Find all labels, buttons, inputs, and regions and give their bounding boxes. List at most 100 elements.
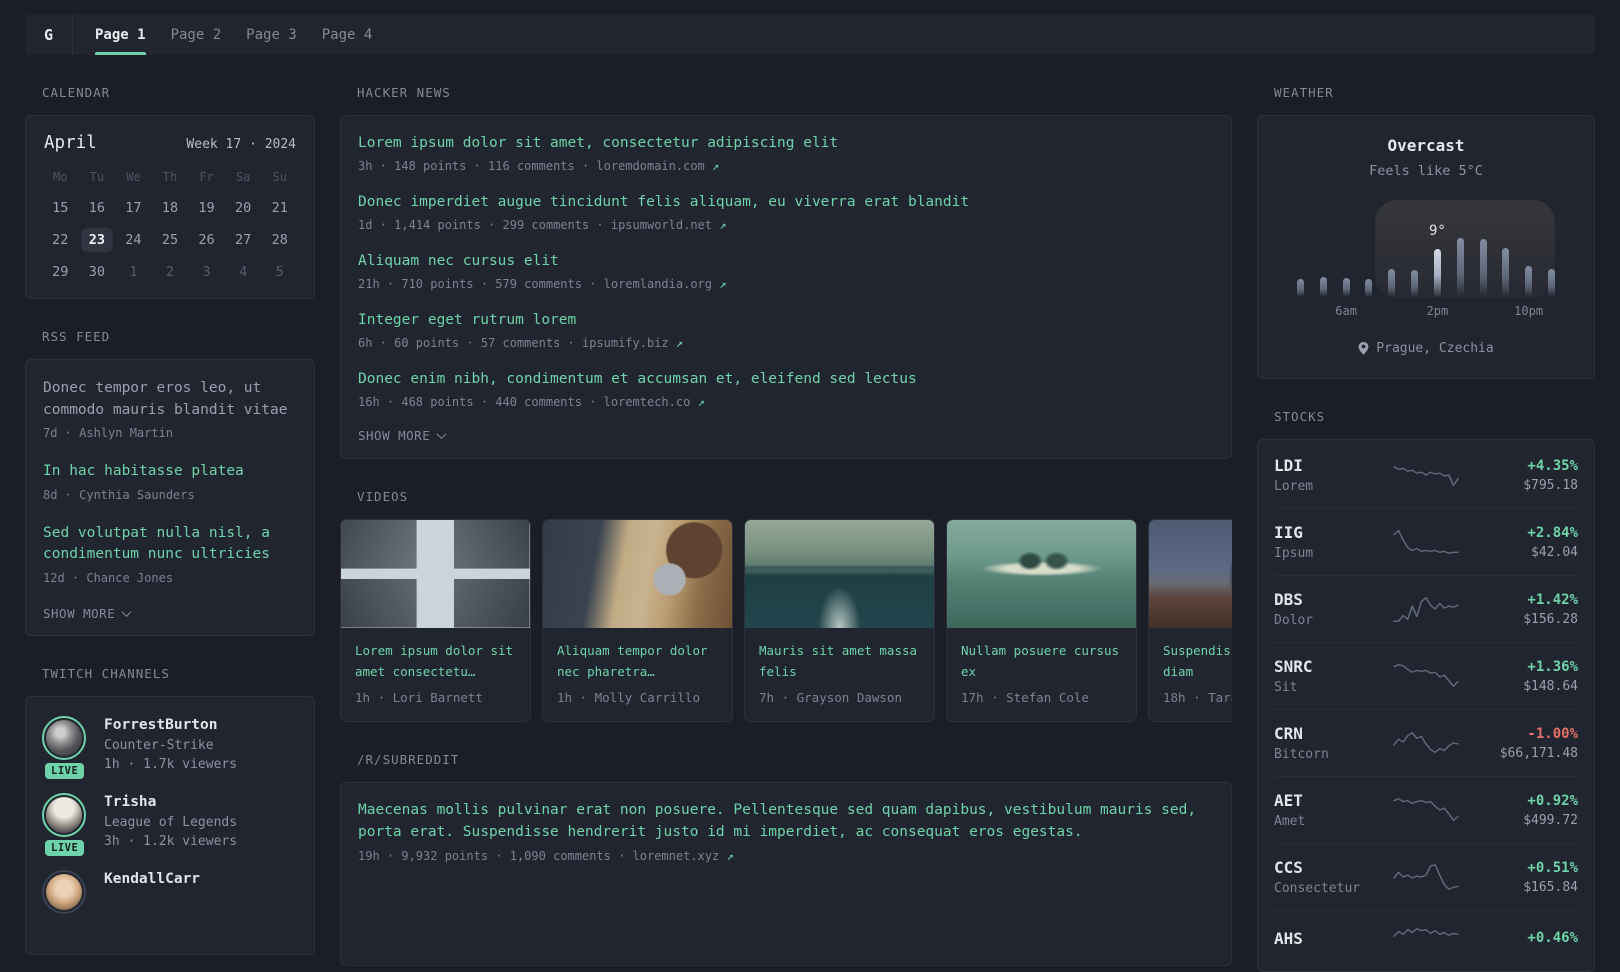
video-card[interactable]: Suspendisse diam 18h · Tara [1148,519,1232,722]
external-link-icon[interactable]: ↗ [712,159,719,173]
weather-hour-bar [1411,207,1419,297]
post-meta: 19h · 9,932 points · 1,090 comments · lo… [358,849,734,863]
video-thumbnail [745,520,934,628]
rss-item-title[interactable]: Sed volutpat nulla nisl, a condimentum n… [43,523,297,566]
stock-price: $795.18 [1523,477,1578,493]
twitch-list: LIVE ForrestBurton Counter-Strike 1h · 1… [42,715,298,914]
rss-item-title[interactable]: Donec tempor eros leo, ut commodo mauris… [43,378,297,421]
stock-change: +0.92% [1527,792,1578,809]
rss-show-more-button[interactable]: SHOW MORE [43,606,297,621]
calendar-day: 26 [198,232,215,248]
avatar-ring [42,869,86,914]
stock-row[interactable]: CRN Bitcorn -1.00% $66,171.48 [1274,709,1578,776]
story-title[interactable]: Integer eget rutrum lorem [358,310,1214,331]
video-card[interactable]: Nullam posuere cursus ex 17h · Stefan Co… [946,519,1137,722]
weekday-label: We [126,170,141,184]
time-axis-label: 2pm [1426,304,1449,318]
page-tab[interactable]: Page 1 [95,14,146,55]
rss-item-meta: 12d · Chance Jones [43,570,174,585]
external-link-icon[interactable]: ↗ [726,849,733,863]
stock-name: Bitcorn [1274,747,1329,762]
hackernews-item: Aliquam nec cursus elit 21h · 710 points… [358,251,1214,291]
stock-row[interactable]: DBS Dolor +1.42% $156.28 [1274,575,1578,642]
twitch-widget: LIVE ForrestBurton Counter-Strike 1h · 1… [25,695,315,955]
calendar-day: 17 [125,200,142,216]
stock-price: $165.84 [1523,879,1578,895]
page-tab[interactable]: Page 2 [171,14,222,55]
calendar-day: 19 [198,200,215,216]
stock-symbol: CCS [1274,858,1303,877]
hackernews-show-more-button[interactable]: SHOW MORE [358,428,1214,443]
weather-feels-like: Feels like 5°C [1369,163,1483,179]
calendar-day: 15 [52,200,69,216]
video-card[interactable]: Aliquam tempor dolor nec pharetra… 1h · … [542,519,733,722]
twitch-channel-row[interactable]: LIVE ForrestBurton Counter-Strike 1h · 1… [42,715,298,779]
rss-item: Sed volutpat nulla nisl, a condimentum n… [43,523,297,585]
stock-row[interactable]: IIG Ipsum +2.84% $42.04 [1274,508,1578,575]
avatar [46,719,82,756]
stock-name: Ipsum [1274,546,1314,561]
app-logo[interactable]: G [25,14,73,55]
channel-name: KendallCarr [104,870,201,887]
avatar [46,796,82,833]
story-title[interactable]: Aliquam nec cursus elit [358,251,1214,272]
rss-item-meta: 8d · Cynthia Saunders [43,487,195,502]
stock-change: -1.00% [1527,725,1578,742]
calendar-day: 16 [88,200,105,216]
twitch-channel-row[interactable]: LIVE Trisha League of Legends 3h · 1.2k … [42,792,298,856]
stock-row[interactable]: SNRC Sit +1.36% $148.64 [1274,642,1578,709]
stock-name: Consectetur [1274,881,1361,896]
stock-row[interactable]: AET Amet +0.92% $499.72 [1274,776,1578,843]
stock-row[interactable]: AHS +0.46% [1274,910,1578,969]
weather-location: Prague, Czechia [1280,341,1572,356]
story-meta: 3h · 148 points · 116 comments · loremdo… [358,159,720,173]
page-tab[interactable]: Page 3 [246,14,297,55]
video-card[interactable]: Mauris sit amet massa felis 7h · Grayson… [744,519,935,722]
stock-sparkline [1393,594,1459,624]
story-title[interactable]: Donec imperdiet augue tincidunt felis al… [358,192,1214,213]
rss-item-title[interactable]: In hac habitasse platea [43,461,297,483]
bar-fill [1433,249,1441,297]
calendar-day: 29 [52,264,69,280]
stock-row[interactable]: LDI Lorem +4.35% $795.18 [1274,442,1578,508]
rss-item: Donec tempor eros leo, ut commodo mauris… [43,378,297,440]
bar-fill [1547,269,1555,297]
hackernews-item: Integer eget rutrum lorem 6h · 60 points… [358,310,1214,350]
weather-hourly-chart: 6am 9° 2pm 10pm [1297,200,1555,318]
calendar-day: 28 [271,232,288,248]
external-link-icon[interactable]: ↗ [676,336,683,350]
twitch-channel-row[interactable]: LIVE KendallCarr [42,869,298,914]
stock-symbol: IIG [1274,523,1303,542]
stock-change: +1.42% [1527,591,1578,608]
story-title[interactable]: Donec enim nibh, condimentum et accumsan… [358,369,1214,390]
external-link-icon[interactable]: ↗ [719,218,726,232]
stock-name: Lorem [1274,479,1314,494]
story-meta: 6h · 60 points · 57 comments · ipsumify.… [358,336,684,350]
weekday-label: Tu [89,170,105,184]
weekday-label: Mo [53,170,68,184]
stock-name: Dolor [1274,613,1314,628]
stock-price: $66,171.48 [1499,745,1578,761]
hackernews-item: Donec imperdiet augue tincidunt felis al… [358,192,1214,232]
post-title[interactable]: Maecenas mollis pulvinar erat non posuer… [358,799,1214,843]
weather-hour-bar: 6am [1335,207,1357,318]
calendar-day: 1 [129,264,138,280]
stocks-widget: LDI Lorem +4.35% $795.18 IIG Ipsum +2.84… [1257,439,1595,972]
stock-sparkline [1393,862,1459,892]
location-text: Prague, Czechia [1376,341,1494,356]
bar-fill [1479,239,1487,297]
external-link-icon[interactable]: ↗ [719,277,726,291]
twitch-channel-info: KendallCarr [104,870,200,914]
page-tab[interactable]: Page 4 [322,14,373,55]
stock-id: DBS Dolor [1274,590,1384,628]
hackernews-list: Lorem ipsum dolor sit amet, consectetur … [358,133,1214,409]
weather-hour-bar: 10pm [1514,207,1543,318]
stock-name: Amet [1274,814,1306,829]
external-link-icon[interactable]: ↗ [698,395,705,409]
video-card[interactable]: Lorem ipsum dolor sit amet consectetu… 1… [340,519,531,722]
story-title[interactable]: Lorem ipsum dolor sit amet, consectetur … [358,133,1214,154]
video-title: Lorem ipsum dolor sit amet consectetu… [355,643,514,679]
stock-change: +0.51% [1527,859,1578,876]
hackernews-item: Lorem ipsum dolor sit amet, consectetur … [358,133,1214,173]
video-title: Mauris sit amet massa felis [759,643,918,679]
